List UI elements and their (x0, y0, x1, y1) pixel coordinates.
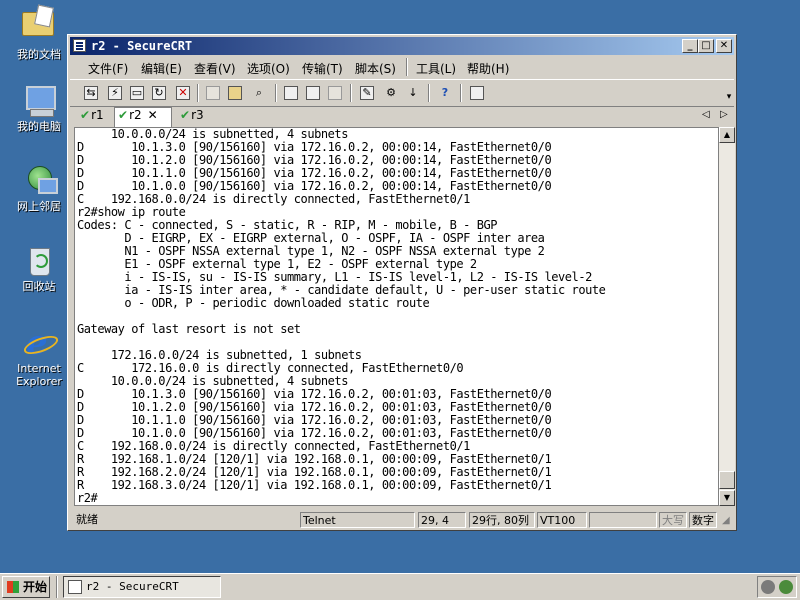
toolbar-separator (428, 84, 430, 102)
quick-connect-icon[interactable]: ⚡ (106, 84, 124, 102)
terminal-text: 10.0.0.0/24 is subnetted, 4 subnets D 10… (77, 127, 606, 505)
toolbar-separator (350, 84, 352, 102)
securecrt-app-icon[interactable] (73, 39, 86, 52)
taskbar-item-label: r2 - SecureCRT (86, 580, 179, 593)
tab-scroll-right-icon[interactable]: ▷ (720, 109, 728, 120)
status-bar: 就绪 Telnet 29, 4 29行, 80列 VT100 大写 数字 ◢ (70, 511, 734, 529)
securecrt-window: r2 - SecureCRT _ □ ✕ 文件(F) 编辑(E) 查看(V) 选… (67, 34, 737, 531)
status-blank (589, 512, 657, 528)
scroll-up-icon[interactable]: ▲ (719, 127, 735, 143)
terminal-scrollbar[interactable]: ▲ ▼ (719, 127, 735, 506)
reconnect-icon[interactable]: ↻ (150, 84, 168, 102)
menu-file[interactable]: 文件(F) (88, 60, 128, 77)
tab-r1[interactable]: ✔r1 (80, 108, 104, 126)
terminal-output[interactable]: 10.0.0.0/24 is subnetted, 4 subnets D 10… (74, 127, 719, 506)
start-label: 开始 (23, 580, 48, 594)
taskbar: 开始 r2 - SecureCRT (0, 573, 800, 600)
status-ready: 就绪 (76, 513, 98, 526)
window-title: r2 - SecureCRT (91, 39, 193, 53)
disconnect-icon[interactable]: ✕ (174, 84, 192, 102)
menu-options[interactable]: 选项(O) (247, 60, 290, 77)
help-icon[interactable]: ? (436, 84, 454, 102)
print-selection-icon[interactable] (304, 84, 322, 102)
start-button[interactable]: 开始 (2, 576, 50, 598)
tab-close-icon[interactable]: ✕ (148, 108, 158, 122)
menu-view[interactable]: 查看(V) (194, 60, 236, 77)
connect-tab-icon[interactable]: ▭ (128, 84, 146, 102)
global-options-icon[interactable]: ⚙ (382, 84, 400, 102)
status-size: 29行, 80列 (469, 512, 535, 528)
toolbar-separator (275, 84, 277, 102)
print-setup-icon[interactable] (326, 84, 344, 102)
menu-separator (406, 58, 408, 76)
menu-tools[interactable]: 工具(L) (416, 60, 456, 77)
scroll-down-icon[interactable]: ▼ (719, 490, 735, 506)
find-icon[interactable]: ⌕ (250, 84, 268, 102)
connect-icon[interactable]: ⇆ (82, 84, 100, 102)
toolbar-separator (460, 84, 462, 102)
my-documents-icon (22, 12, 56, 46)
toolbar-overflow-icon[interactable]: ▾ (720, 88, 732, 106)
copy-icon[interactable] (204, 84, 222, 102)
menu-script[interactable]: 脚本(S) (355, 60, 396, 77)
taskbar-item-securecrt[interactable]: r2 - SecureCRT (63, 576, 221, 598)
taskbar-separator (56, 576, 58, 598)
check-icon: ✔ (80, 108, 91, 122)
tray-speaker-icon[interactable] (761, 580, 775, 594)
toolbar-separator (197, 84, 199, 102)
check-icon: ✔ (180, 108, 191, 122)
tray-network-icon[interactable] (779, 580, 793, 594)
log-icon[interactable] (468, 84, 486, 102)
menu-bar: 文件(F) 编辑(E) 查看(V) 选项(O) 传输(T) 脚本(S) 工具(L… (70, 57, 734, 77)
status-emulation: VT100 (537, 512, 587, 528)
tab-label: r3 (191, 108, 204, 122)
resize-grip-icon[interactable]: ◢ (722, 515, 730, 526)
menu-edit[interactable]: 编辑(E) (141, 60, 182, 77)
system-tray (757, 576, 797, 598)
keymap-icon[interactable]: ↓ (404, 84, 422, 102)
scroll-thumb[interactable] (719, 471, 735, 489)
minimize-button[interactable]: _ (682, 39, 698, 53)
tab-r3[interactable]: ✔r3 (180, 108, 204, 126)
windows-logo-icon (7, 581, 19, 593)
menu-transfer[interactable]: 传输(T) (302, 60, 343, 77)
session-tabbar: ✔r1 ✔r2 ✕ ✔r3 ◁ ▷ (70, 107, 734, 127)
network-places-icon (22, 164, 58, 198)
status-cursor: 29, 4 (418, 512, 466, 528)
status-num: 数字 (689, 512, 717, 528)
internet-explorer-icon: e (21, 326, 61, 360)
check-icon: ✔ (118, 108, 129, 122)
print-icon[interactable] (282, 84, 300, 102)
maximize-button[interactable]: □ (698, 39, 714, 53)
menu-help[interactable]: 帮助(H) (467, 60, 509, 77)
desktop-icon-label: Internet Explorer (16, 362, 62, 388)
status-caps: 大写 (659, 512, 687, 528)
tab-scroll-left-icon[interactable]: ◁ (702, 109, 710, 120)
tab-r2[interactable]: ✔r2 ✕ (114, 107, 172, 127)
close-button[interactable]: ✕ (716, 39, 732, 53)
session-options-icon[interactable]: ✎ (358, 84, 376, 102)
tab-label: r1 (91, 108, 104, 122)
paste-icon[interactable] (226, 84, 244, 102)
securecrt-app-icon (68, 580, 82, 594)
tab-label: r2 (129, 108, 142, 122)
window-titlebar[interactable]: r2 - SecureCRT _ □ ✕ (70, 37, 734, 55)
my-computer-icon (22, 84, 56, 118)
recycle-bin-icon (22, 244, 56, 278)
status-protocol: Telnet (300, 512, 415, 528)
toolbar: ⇆ ⚡ ▭ ↻ ✕ ⌕ ✎ ⚙ ↓ ? ▾ (70, 79, 734, 107)
